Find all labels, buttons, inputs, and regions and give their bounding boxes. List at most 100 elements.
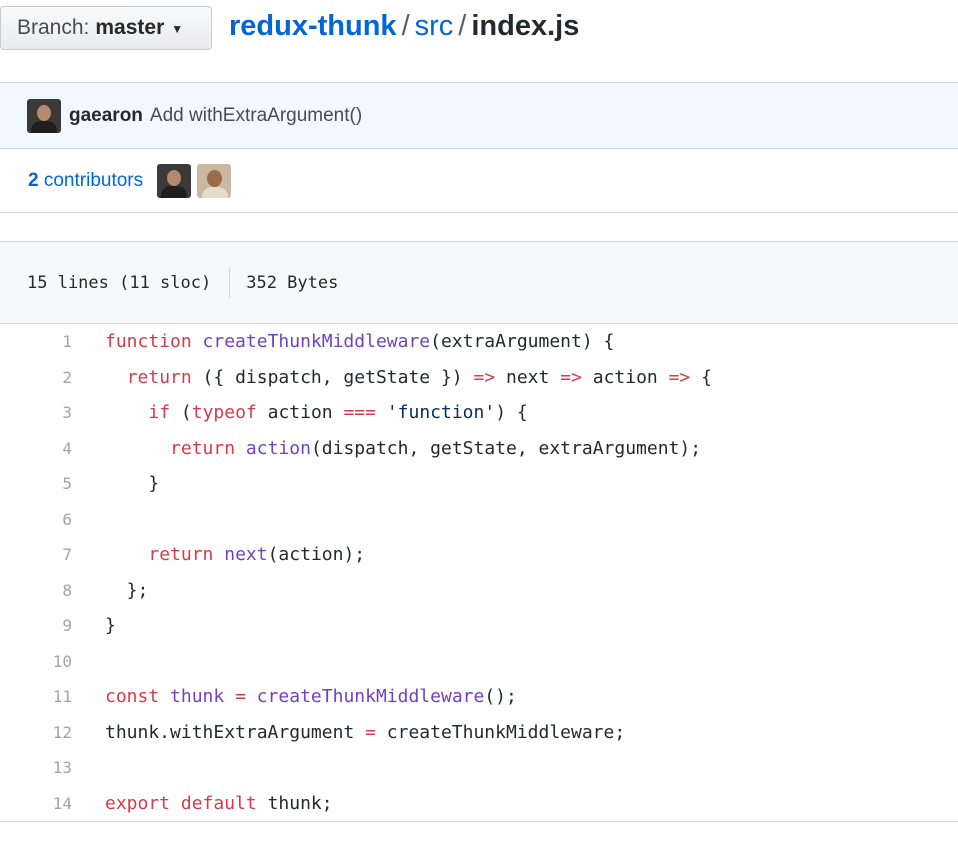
caret-down-icon: ▼	[171, 22, 184, 36]
commit-message-link[interactable]: Add withExtraArgument()	[150, 105, 362, 127]
code-token: action	[581, 366, 669, 388]
code-token: =	[235, 686, 246, 708]
line-number[interactable]: 14	[0, 794, 72, 813]
line-number[interactable]: 4	[0, 439, 72, 458]
code-token: =	[365, 721, 376, 743]
line-content: function createThunkMiddleware(extraArgu…	[105, 331, 614, 352]
line-content: }	[105, 473, 159, 494]
line-content: thunk.withExtraArgument = createThunkMid…	[105, 722, 625, 743]
code-token: (dispatch, getState, extraArgument);	[310, 437, 702, 459]
code-token: =>	[473, 366, 496, 388]
code-token: ) {	[495, 402, 528, 424]
code-line: 6	[0, 502, 958, 538]
breadcrumb-separator: /	[458, 10, 467, 42]
code-token: createThunkMiddleware	[202, 331, 431, 353]
code-token: createThunkMiddleware;	[375, 721, 626, 743]
line-number[interactable]: 1	[0, 332, 72, 351]
line-number[interactable]: 7	[0, 545, 72, 564]
code-token: return	[148, 544, 214, 566]
code-token: };	[105, 579, 149, 601]
line-number[interactable]: 8	[0, 581, 72, 600]
code-line: 14 export default thunk;	[0, 786, 958, 822]
code-token: ({ dispatch, getState })	[191, 366, 474, 388]
branch-select-button[interactable]: Branch: master ▼	[0, 6, 212, 50]
code-line: 5 }	[0, 466, 958, 502]
line-number[interactable]: 2	[0, 368, 72, 387]
file-navigation: Branch: master ▼ redux-thunk / src / index.j…	[0, 0, 958, 62]
branch-prefix: Branch:	[17, 16, 90, 39]
code-token: {	[690, 366, 712, 388]
branch-name: master	[95, 16, 165, 39]
code-token: next	[495, 366, 561, 388]
line-number[interactable]: 11	[0, 687, 72, 706]
code-token: if	[148, 402, 171, 424]
code-token: ===	[343, 402, 376, 424]
line-number[interactable]: 13	[0, 758, 72, 777]
code-token: action	[256, 402, 344, 424]
line-content: if (typeof action === 'function') {	[105, 402, 528, 424]
code-token: thunk.withExtraArgument	[105, 721, 366, 743]
code-token: return	[170, 437, 236, 459]
code-token: (	[170, 402, 192, 424]
breadcrumb-file: index.js	[471, 10, 580, 42]
line-content: return action(dispatch, getState, extraA…	[105, 438, 701, 459]
code-token: export	[105, 792, 171, 814]
latest-commit: gaearon Add withExtraArgument()	[0, 83, 958, 149]
author-avatar[interactable]	[27, 98, 61, 133]
line-number[interactable]: 10	[0, 652, 72, 671]
breadcrumb: redux-thunk / src / index.js	[229, 10, 579, 43]
code-token: thunk;	[256, 792, 333, 814]
code-token: const	[105, 686, 160, 708]
code-token: 'function'	[386, 402, 496, 424]
line-content: }	[105, 615, 116, 636]
code-line: 2 return ({ dispatch, getState }) => nex…	[0, 360, 958, 396]
code-line: 11 const thunk = createThunkMiddleware();	[0, 679, 958, 715]
file-size: 352 Bytes	[246, 272, 339, 293]
code-token: default	[180, 792, 257, 814]
breadcrumb-separator: /	[401, 10, 410, 42]
code-token: =>	[668, 366, 691, 388]
commit-tease: gaearon Add withExtraArgument() 2 contri…	[0, 82, 958, 213]
code-line: 7 return next(action);	[0, 537, 958, 573]
code-token: }	[105, 473, 160, 495]
code-token: createThunkMiddleware	[256, 686, 485, 708]
code-token: (extraArgument) {	[430, 331, 615, 353]
line-content: return ({ dispatch, getState }) => next …	[105, 367, 712, 388]
breadcrumb-repo-link[interactable]: redux-thunk	[229, 10, 397, 42]
code-line: 12 thunk.withExtraArgument = createThunkM…	[0, 715, 958, 751]
contributor-avatar[interactable]	[197, 163, 232, 198]
breadcrumb-dir-link[interactable]: src	[415, 10, 454, 42]
contributors-link[interactable]: 2 contributors	[28, 170, 143, 192]
code-token: thunk	[170, 686, 225, 708]
line-content: return next(action);	[105, 544, 365, 565]
code-line: 4 return action(dispatch, getState, extr…	[0, 431, 958, 467]
line-number[interactable]: 6	[0, 510, 72, 529]
code-token: (action);	[267, 544, 366, 566]
code-token: }	[105, 615, 116, 637]
code-token: typeof	[191, 402, 257, 424]
code-token: function	[105, 331, 192, 353]
line-number[interactable]: 9	[0, 616, 72, 635]
commit-author-link[interactable]: gaearon	[69, 105, 143, 127]
code-blob: 1 function createThunkMiddleware(extraArg…	[0, 324, 958, 821]
code-token: next	[224, 544, 268, 566]
line-number[interactable]: 12	[0, 723, 72, 742]
line-content: };	[105, 579, 149, 601]
line-content: export default thunk;	[105, 793, 333, 814]
contributor-avatar[interactable]	[157, 163, 192, 198]
line-number[interactable]: 5	[0, 474, 72, 493]
code-line: 3 if (typeof action === 'function') {	[0, 395, 958, 431]
line-content: const thunk = createThunkMiddleware();	[105, 686, 517, 707]
code-line: 10	[0, 644, 958, 680]
contributors-label: contributors	[43, 169, 144, 191]
line-number[interactable]: 3	[0, 403, 72, 422]
